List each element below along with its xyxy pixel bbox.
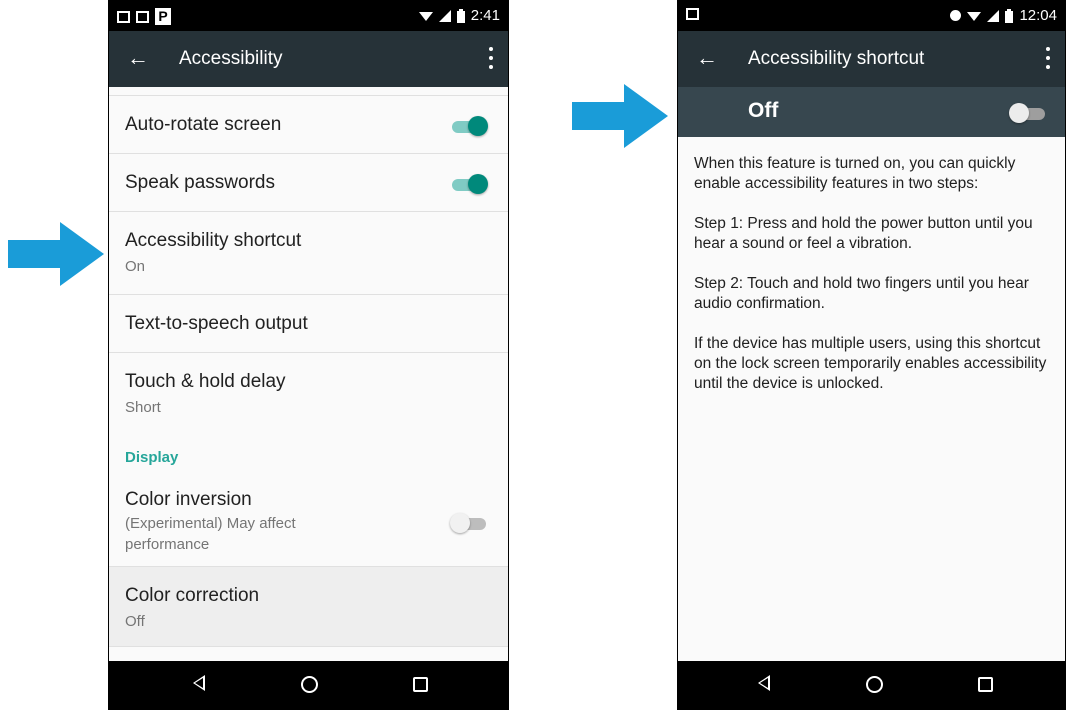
status-bar: 12:04 xyxy=(678,1,1065,31)
nav-recents-icon[interactable] xyxy=(978,677,993,692)
setting-color-inversion[interactable]: Color inversion (Experimental) May affec… xyxy=(109,481,508,567)
nav-home-icon[interactable] xyxy=(301,676,318,693)
page-title: Accessibility shortcut xyxy=(748,48,925,69)
signal-icon xyxy=(438,9,451,22)
navigation-bar xyxy=(109,661,508,709)
setting-summary: On xyxy=(125,258,146,275)
setting-summary: Short xyxy=(125,399,161,416)
accessibility-shortcut-screen: 12:04 ← Accessibility shortcut Off When … xyxy=(677,0,1066,710)
settings-list: Auto-rotate screen Speak passwords Acces… xyxy=(109,87,508,661)
description-paragraph: Step 1: Press and hold the power button … xyxy=(694,215,1033,252)
setting-title: Touch & hold delay xyxy=(125,371,286,392)
screenshot-notification-icon xyxy=(686,8,699,20)
accessibility-settings-screen: P 2:41 ← Accessibility Auto-rotate scree… xyxy=(108,0,509,710)
description-paragraph: If the device has multiple users, using … xyxy=(694,335,1047,392)
switch-state-label: Off xyxy=(748,99,779,122)
nav-home-icon[interactable] xyxy=(866,676,883,693)
setting-title: Text-to-speech output xyxy=(125,313,308,334)
nav-recents-icon[interactable] xyxy=(413,677,428,692)
arrow-right-icon xyxy=(572,84,668,148)
setting-touch-hold-delay[interactable]: Touch & hold delay Short xyxy=(109,353,508,433)
page-title: Accessibility xyxy=(179,48,283,69)
nav-back-icon[interactable] xyxy=(758,675,770,691)
description-paragraph: Step 2: Touch and hold two fingers until… xyxy=(694,275,1029,312)
back-arrow-icon[interactable]: ← xyxy=(127,45,149,71)
setting-summary: (Experimental) May affect performance xyxy=(125,515,296,553)
status-time: 2:41 xyxy=(470,7,500,24)
setting-title: Color correction xyxy=(125,585,260,606)
setting-accessibility-shortcut[interactable]: Accessibility shortcut On xyxy=(109,212,508,295)
setting-color-correction[interactable]: Color correction Off xyxy=(109,567,508,647)
parking-notification-icon: P xyxy=(155,8,171,25)
category-header: Display xyxy=(125,449,179,466)
battery-icon xyxy=(1005,8,1014,23)
shortcut-toggle[interactable] xyxy=(1009,101,1045,123)
battery-icon xyxy=(456,8,465,23)
setting-summary: Off xyxy=(125,613,145,630)
wifi-icon xyxy=(418,11,433,21)
color-inversion-toggle[interactable] xyxy=(450,511,486,533)
setting-tts-output[interactable]: Text-to-speech output xyxy=(109,295,508,353)
do-not-disturb-icon xyxy=(950,10,962,21)
status-bar: P 2:41 xyxy=(109,1,508,31)
setting-title: Accessibility shortcut xyxy=(125,230,302,251)
wifi-icon xyxy=(967,11,982,21)
navigation-bar xyxy=(678,661,1065,709)
setting-speak-passwords[interactable]: Speak passwords xyxy=(109,154,508,212)
setting-title: Auto-rotate screen xyxy=(125,114,282,135)
screenshot-notification-icon xyxy=(117,10,130,23)
setting-auto-rotate[interactable]: Auto-rotate screen xyxy=(109,96,508,154)
app-bar: ← Accessibility shortcut xyxy=(678,31,1065,87)
category-display: Display xyxy=(109,433,508,481)
back-arrow-icon[interactable]: ← xyxy=(696,45,718,71)
app-bar: ← Accessibility xyxy=(109,31,508,87)
setting-title: Color inversion xyxy=(125,489,252,510)
auto-rotate-toggle[interactable] xyxy=(452,114,488,136)
mail-notification-icon xyxy=(136,10,149,23)
master-switch-bar[interactable]: Off xyxy=(678,87,1065,137)
overflow-menu-icon[interactable] xyxy=(1045,47,1051,69)
speak-passwords-toggle[interactable] xyxy=(452,172,488,194)
shortcut-description: When this feature is turned on, you can … xyxy=(694,154,1057,414)
overflow-menu-icon[interactable] xyxy=(488,47,494,69)
arrow-right-icon xyxy=(8,222,104,286)
nav-back-icon[interactable] xyxy=(193,675,205,691)
description-paragraph: When this feature is turned on, you can … xyxy=(694,155,1016,192)
status-time: 12:04 xyxy=(1019,7,1057,24)
signal-icon xyxy=(987,9,1000,22)
setting-title: Speak passwords xyxy=(125,172,275,193)
